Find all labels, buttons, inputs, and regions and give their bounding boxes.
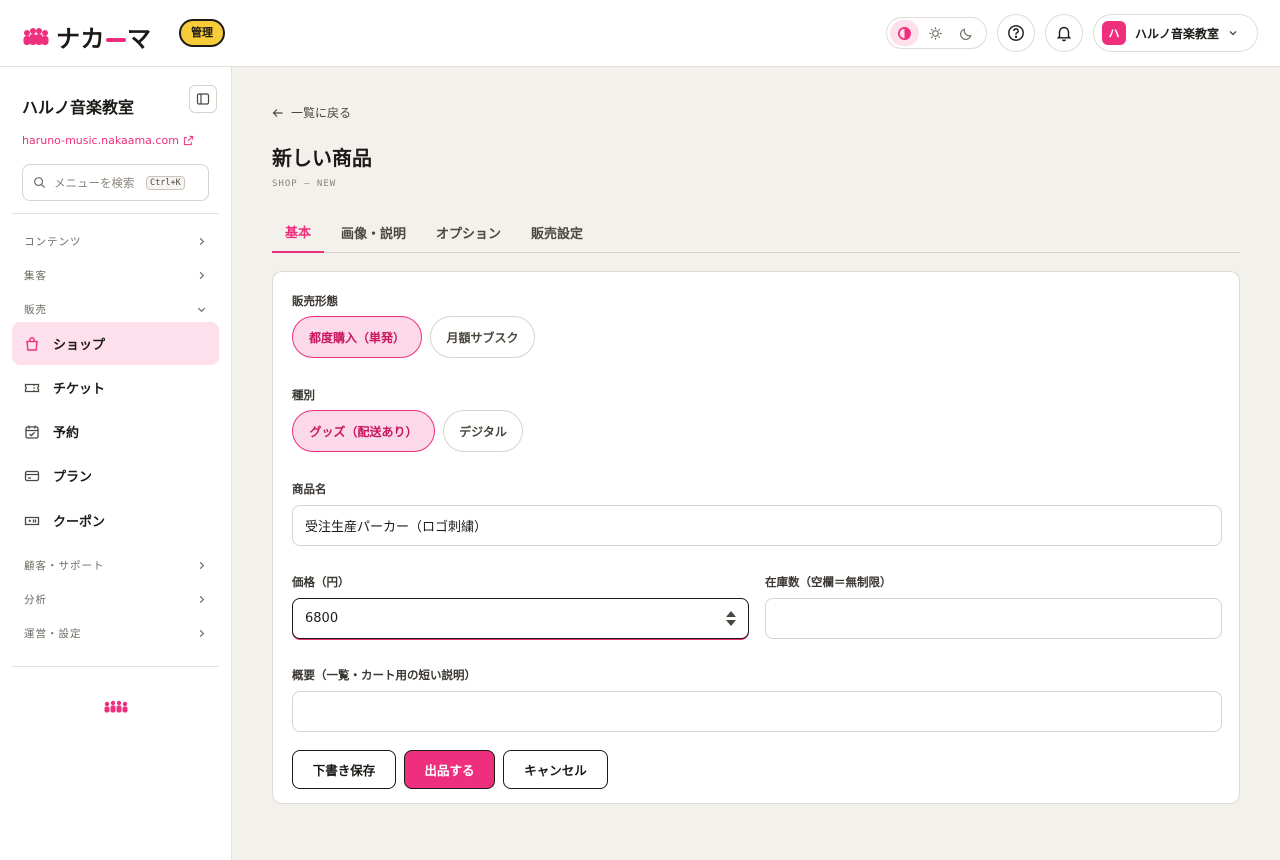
sidebar-item-coupon[interactable]: クーポン: [12, 499, 219, 542]
product-name-input[interactable]: [305, 518, 1209, 533]
credit-card-icon: [24, 470, 40, 481]
tab-images-description[interactable]: 画像・説明: [328, 211, 419, 253]
nav-group-operations[interactable]: 運営・設定: [12, 621, 219, 645]
sidebar-item-label: クーポン: [53, 515, 106, 530]
menu-search-input[interactable]: [54, 175, 142, 190]
coupon-icon: [24, 516, 40, 525]
calendar-check-icon: [25, 425, 39, 439]
stock-input[interactable]: [778, 611, 1209, 626]
kind-digital-chip[interactable]: デジタル: [443, 410, 523, 452]
ticket-icon: [24, 383, 40, 392]
sidebar-item-label: プラン: [53, 470, 93, 485]
sidebar-item-label: ショップ: [53, 338, 106, 353]
price-label: 価格（円）: [292, 575, 350, 589]
nav-group-label: 販売: [24, 303, 47, 316]
stock-field: [765, 598, 1222, 639]
bell-icon: [1056, 26, 1072, 42]
sun-icon[interactable]: [921, 20, 950, 46]
external-link-icon: [183, 135, 194, 146]
chevron-down-icon: [197, 307, 206, 312]
publish-button[interactable]: 出品する: [404, 750, 495, 789]
brand-wordmark: ナカマ: [56, 25, 152, 53]
shortcut-hint: Ctrl+K: [146, 175, 185, 190]
brand-logo[interactable]: ナカマ: [22, 19, 152, 54]
price-field: [292, 598, 749, 639]
people-logo-icon: [104, 700, 128, 713]
product-name-label: 商品名: [292, 482, 327, 496]
summary-field: [292, 691, 1222, 732]
contrast-icon[interactable]: [890, 20, 919, 46]
sidebar-item-booking[interactable]: 予約: [12, 410, 219, 453]
sale-type-one-time-chip[interactable]: 都度購入（単発）: [292, 316, 422, 358]
chevron-down-icon: [1229, 31, 1237, 36]
sidebar-collapse-button[interactable]: [189, 85, 217, 113]
nav-group-sales[interactable]: 販売: [12, 297, 219, 321]
form-tabs: 基本 画像・説明 オプション 販売設定: [272, 211, 1240, 253]
arrow-left-icon: [272, 108, 283, 117]
sale-type-label: 販売形態: [292, 294, 338, 308]
page-subtitle: SHOP — NEW: [272, 179, 337, 189]
chevron-right-icon: [199, 237, 205, 245]
chevron-right-icon: [199, 561, 205, 569]
account-menu-button[interactable]: ハ ハルノ音楽教室: [1093, 14, 1258, 52]
nav-group-marketing[interactable]: 集客: [12, 263, 219, 287]
sidebar-divider: [12, 666, 219, 667]
site-name: ハルノ音楽教室: [22, 98, 135, 117]
menu-search-box: Ctrl+K: [22, 164, 209, 201]
chevron-right-icon: [199, 629, 205, 637]
summary-label: 概要（一覧・カート用の短い説明）: [292, 668, 476, 682]
back-to-list-link[interactable]: 一覧に戻る: [272, 104, 351, 121]
cancel-button[interactable]: キャンセル: [503, 750, 608, 789]
tab-options[interactable]: オプション: [423, 211, 514, 253]
save-draft-button[interactable]: 下書き保存: [292, 750, 396, 789]
nav-group-label: コンテンツ: [24, 235, 82, 248]
nav-group-analytics[interactable]: 分析: [12, 587, 219, 611]
nav-group-label: 運営・設定: [24, 627, 82, 640]
theme-toggle: [886, 17, 987, 49]
nav-group-label: 顧客・サポート: [24, 559, 105, 572]
nav-group-label: 集客: [24, 269, 47, 282]
sidebar-item-label: 予約: [53, 426, 80, 441]
sidebar-item-ticket[interactable]: チケット: [12, 366, 219, 409]
page-title: 新しい商品: [272, 146, 372, 170]
stock-label: 在庫数（空欄＝無制限）: [765, 575, 892, 589]
chevron-right-icon: [199, 271, 205, 279]
site-url-link[interactable]: haruno-music.nakaama.com: [22, 134, 194, 147]
sale-type-subscription-chip[interactable]: 月額サブスク: [430, 316, 535, 358]
kind-goods-chip[interactable]: グッズ（配送あり）: [292, 410, 435, 452]
search-icon: [34, 177, 46, 189]
account-avatar: ハ: [1102, 21, 1126, 45]
sidebar: ハルノ音楽教室 haruno-music.nakaama.com Ctrl+K …: [0, 67, 232, 860]
tab-sales-settings[interactable]: 販売設定: [518, 211, 596, 253]
tab-basic[interactable]: 基本: [272, 211, 325, 253]
shopping-bag-icon: [26, 336, 38, 351]
number-stepper[interactable]: [726, 611, 736, 626]
nav-group-label: 分析: [24, 593, 47, 606]
sidebar-item-plan[interactable]: プラン: [12, 454, 219, 497]
sidebar-item-label: チケット: [53, 382, 106, 397]
admin-badge: 管理: [179, 19, 225, 47]
back-link-label: 一覧に戻る: [291, 106, 352, 120]
product-name-field: [292, 505, 1222, 546]
nav-group-customers[interactable]: 顧客・サポート: [12, 553, 219, 577]
kind-label: 種別: [292, 388, 315, 402]
summary-input[interactable]: [305, 704, 1209, 719]
account-name: ハルノ音楽教室: [1135, 26, 1220, 41]
notifications-button[interactable]: [1045, 14, 1083, 52]
help-icon: [1008, 25, 1024, 41]
sidebar-panel-icon: [196, 93, 210, 105]
site-url-text: haruno-music.nakaama.com: [22, 134, 179, 147]
sidebar-item-shop[interactable]: ショップ: [12, 322, 219, 365]
stepper-up-icon[interactable]: [726, 611, 736, 617]
help-button[interactable]: [997, 14, 1035, 52]
people-logo-icon: [23, 27, 49, 45]
nav-group-contents[interactable]: コンテンツ: [12, 229, 219, 253]
sidebar-divider: [12, 213, 219, 214]
price-input[interactable]: [305, 611, 720, 626]
chevron-right-icon: [199, 595, 205, 603]
stepper-down-icon[interactable]: [726, 620, 736, 626]
top-bar: ナカマ 管理 ハ ハルノ音楽教室: [0, 0, 1280, 67]
moon-icon[interactable]: [952, 20, 981, 46]
product-form-card: 販売形態 都度購入（単発） 月額サブスク 種別 グッズ（配送あり） デジタル 商…: [272, 271, 1240, 804]
